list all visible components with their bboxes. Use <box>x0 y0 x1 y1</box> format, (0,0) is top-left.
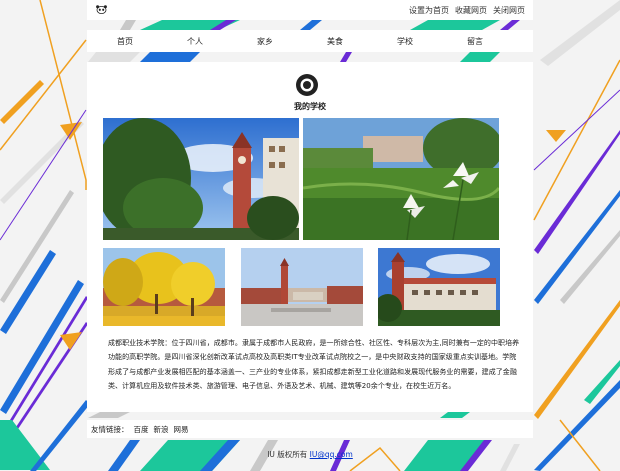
nav-item-hometown[interactable]: 家乡 <box>230 36 300 47</box>
main-nav: 首页 个人 家乡 美食 学校 留言 <box>87 30 533 52</box>
set-homepage-link[interactable]: 设置为首页 <box>409 5 449 16</box>
friend-link-baidu[interactable]: 百度 <box>134 424 149 435</box>
campus-photo-ginkgo <box>103 248 225 326</box>
friend-link-netease[interactable]: 网易 <box>174 424 189 435</box>
close-page-link[interactable]: 关闭网页 <box>493 5 525 16</box>
nav-item-guestbook[interactable]: 留言 <box>440 36 510 47</box>
record-emblem-icon <box>296 74 318 96</box>
top-bar: 设置为首页 收藏网页 关闭网页 <box>87 0 533 20</box>
campus-photo-tower <box>103 118 299 240</box>
campus-photo-building <box>378 248 500 326</box>
page-container: 设置为首页 收藏网页 关闭网页 首页 个人 家乡 美食 学校 留言 我的学校 成… <box>87 0 533 438</box>
school-description: 成都职业技术学院：位于四川省，成都市。隶属于成都市人民政府，是一所综合性、社区性… <box>108 339 520 391</box>
main-content: 我的学校 成都职业技术学院：位于四川省，成都市。隶属于成都市人民政府，是一所综合… <box>87 62 533 412</box>
footer-copyright: IU 版权所有 <box>267 450 308 459</box>
campus-photo-flowers <box>303 118 499 240</box>
nav-item-home[interactable]: 首页 <box>90 36 160 47</box>
friend-link-sina[interactable]: 新浪 <box>154 424 169 435</box>
nav-item-school[interactable]: 学校 <box>370 36 440 47</box>
friend-links-label: 友情链接： <box>91 424 129 434</box>
top-links: 设置为首页 收藏网页 关闭网页 <box>409 5 525 16</box>
footer-email-link[interactable]: IU@qq.com <box>310 450 353 459</box>
footer: IU 版权所有 IU@qq.com <box>0 449 620 460</box>
bookmark-link[interactable]: 收藏网页 <box>455 5 487 16</box>
campus-photo-plaza <box>241 248 363 326</box>
page-title: 我的学校 <box>294 102 326 111</box>
nav-item-personal[interactable]: 个人 <box>160 36 230 47</box>
friend-links-bar: 友情链接： 百度 新浪 网易 <box>87 420 533 438</box>
nav-item-food[interactable]: 美食 <box>300 36 370 47</box>
panda-logo-icon <box>96 5 107 14</box>
